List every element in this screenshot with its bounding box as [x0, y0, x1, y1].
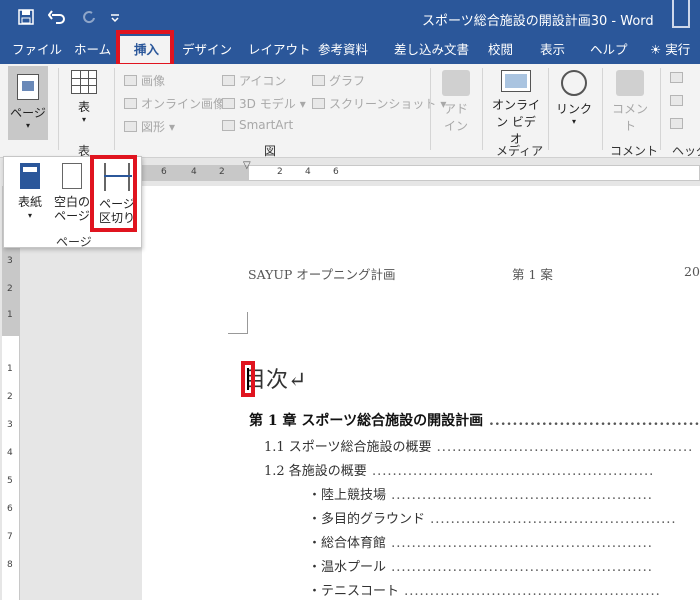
- link-button[interactable]: リンク ▾: [554, 70, 594, 126]
- tab-design[interactable]: デザイン: [182, 36, 232, 64]
- chart-button[interactable]: グラフ: [312, 72, 365, 89]
- divider: [602, 68, 603, 150]
- divider: [430, 68, 431, 150]
- addins-icon: [442, 70, 470, 96]
- toc-section-1-1[interactable]: 1.1 スポーツ総合施設の概要 ........................…: [264, 436, 700, 455]
- video-icon: [501, 70, 531, 92]
- shapes-button[interactable]: 図形 ▾: [124, 118, 175, 135]
- tab-mailings[interactable]: 差し込み文書: [394, 36, 469, 64]
- toc-section-1-2[interactable]: 1.2 各施設の概要 .............................…: [264, 460, 700, 479]
- tab-layout[interactable]: レイアウト: [248, 36, 311, 64]
- divider: [660, 68, 661, 150]
- header-icon: [670, 72, 683, 83]
- margin-corner-mark: [228, 312, 248, 334]
- window-title: スポーツ総合施設の開設計画30 - Word: [422, 14, 654, 29]
- lightbulb-icon: ☀: [650, 42, 662, 57]
- comment-icon: [616, 70, 644, 96]
- picture-button[interactable]: 画像: [124, 72, 165, 89]
- media-group-label: メディア: [496, 144, 544, 158]
- header-center: 第 1 案: [512, 267, 553, 282]
- divider: [548, 68, 549, 150]
- icons-icon: [222, 75, 235, 86]
- table-button-label: 表: [77, 100, 90, 114]
- page-break-highlight: [90, 155, 137, 232]
- divider: [482, 68, 483, 150]
- online-picture-button[interactable]: オンライン画像: [124, 95, 225, 112]
- comment-group-label: コメント: [610, 144, 659, 158]
- picture-icon: [124, 75, 137, 86]
- header-group-label: ヘッダ: [672, 144, 700, 158]
- screenshot-icon: [312, 98, 325, 109]
- link-icon: [561, 70, 587, 96]
- icons-button[interactable]: アイコン: [222, 72, 286, 89]
- quick-access-toolbar: [18, 9, 120, 28]
- blank-page-button[interactable]: 空白のページ: [52, 163, 92, 223]
- illustrations-group-label: 図: [264, 144, 277, 158]
- ribbon-tabs: ファイル ホーム 挿入 デザイン レイアウト 参考資料 差し込み文書 校閲 表示…: [0, 36, 700, 64]
- pages-group-label: ページ: [56, 235, 92, 249]
- tab-references[interactable]: 参考資料: [318, 36, 368, 64]
- text-cursor-highlight: [241, 361, 255, 397]
- tell-me[interactable]: ☀ 実行: [650, 36, 690, 64]
- online-video-button[interactable]: オンライン ビデオ: [488, 70, 544, 147]
- table-icon: [71, 70, 97, 94]
- header-button[interactable]: [670, 72, 683, 83]
- tab-review[interactable]: 校閲: [488, 36, 513, 64]
- ribbon-display-icon[interactable]: [672, 0, 690, 28]
- cover-page-button[interactable]: 表紙 ▾: [12, 163, 48, 223]
- redo-icon[interactable]: [82, 9, 96, 28]
- tab-help[interactable]: ヘルプ: [590, 36, 628, 64]
- cover-page-icon: [20, 163, 40, 189]
- page-number-button[interactable]: [670, 118, 683, 129]
- toc-item[interactable]: ・多目的グラウンド ..............................…: [308, 508, 700, 527]
- ribbon: ページ ▾ 表 ▾ 表 画像 オンライン画像 図形 ▾ アイコン 3D モデル …: [0, 64, 700, 158]
- indent-marker-icon[interactable]: ▽: [243, 160, 251, 171]
- divider: [114, 68, 115, 150]
- tab-view[interactable]: 表示: [540, 36, 565, 64]
- 3d-models-button[interactable]: 3D モデル ▾: [222, 95, 306, 112]
- tab-file[interactable]: ファイル: [12, 36, 62, 64]
- document-page[interactable]: SAYUP オープニング計画 第 1 案 20 目次↵ 第 1 章 スポーツ総合…: [142, 186, 700, 600]
- comment-button[interactable]: コメント: [608, 70, 652, 134]
- toc-item[interactable]: ・温水プール .................................…: [308, 556, 700, 575]
- ruler-strip: 6 4 2 2 4 6 ▽: [142, 160, 700, 181]
- header-left: SAYUP オープニング計画: [248, 267, 396, 282]
- insert-tab-highlight: [116, 30, 174, 67]
- header-right: 20: [684, 264, 700, 279]
- undo-icon[interactable]: [47, 9, 68, 28]
- smartart-button[interactable]: SmartArt: [222, 118, 293, 132]
- chevron-down-icon: ▾: [27, 211, 32, 220]
- save-icon[interactable]: [18, 9, 34, 28]
- chart-icon: [312, 75, 325, 86]
- footer-button[interactable]: [670, 95, 683, 106]
- vertical-ruler: 3 2 1 1 2 3 4 5 6 7 8: [2, 186, 20, 600]
- chevron-down-icon: ▾: [81, 115, 86, 124]
- page-number-icon: [670, 118, 683, 129]
- tab-home[interactable]: ホーム: [74, 36, 111, 64]
- chevron-down-icon: ▾: [571, 117, 576, 126]
- title-bar: スポーツ総合施設の開設計画30 - Word: [0, 0, 700, 36]
- table-button[interactable]: 表 ▾: [66, 70, 102, 124]
- cube-icon: [222, 98, 235, 109]
- shapes-icon: [124, 121, 137, 132]
- pages-button-label: ページ: [10, 106, 46, 120]
- toc-chapter-1[interactable]: 第 1 章 スポーツ総合施設の開設計画 ....................…: [249, 410, 700, 430]
- customize-toolbar-icon[interactable]: [110, 12, 120, 26]
- divider: [58, 68, 59, 150]
- online-picture-icon: [124, 98, 137, 109]
- screenshot-button[interactable]: スクリーンショット ▾: [312, 95, 446, 112]
- smartart-icon: [222, 119, 235, 131]
- toc-item[interactable]: ・テニスコート ................................…: [308, 580, 700, 599]
- blank-page-icon: [62, 163, 82, 189]
- addins-button[interactable]: アドイン: [438, 70, 474, 134]
- footer-icon: [670, 95, 683, 106]
- pages-icon: [17, 74, 39, 100]
- toc-item[interactable]: ・総合体育館 .................................…: [308, 532, 700, 551]
- chevron-down-icon: ▾: [25, 121, 30, 130]
- toc-item[interactable]: ・陸上競技場 .................................…: [308, 484, 700, 503]
- pages-button[interactable]: ページ ▾: [8, 66, 48, 140]
